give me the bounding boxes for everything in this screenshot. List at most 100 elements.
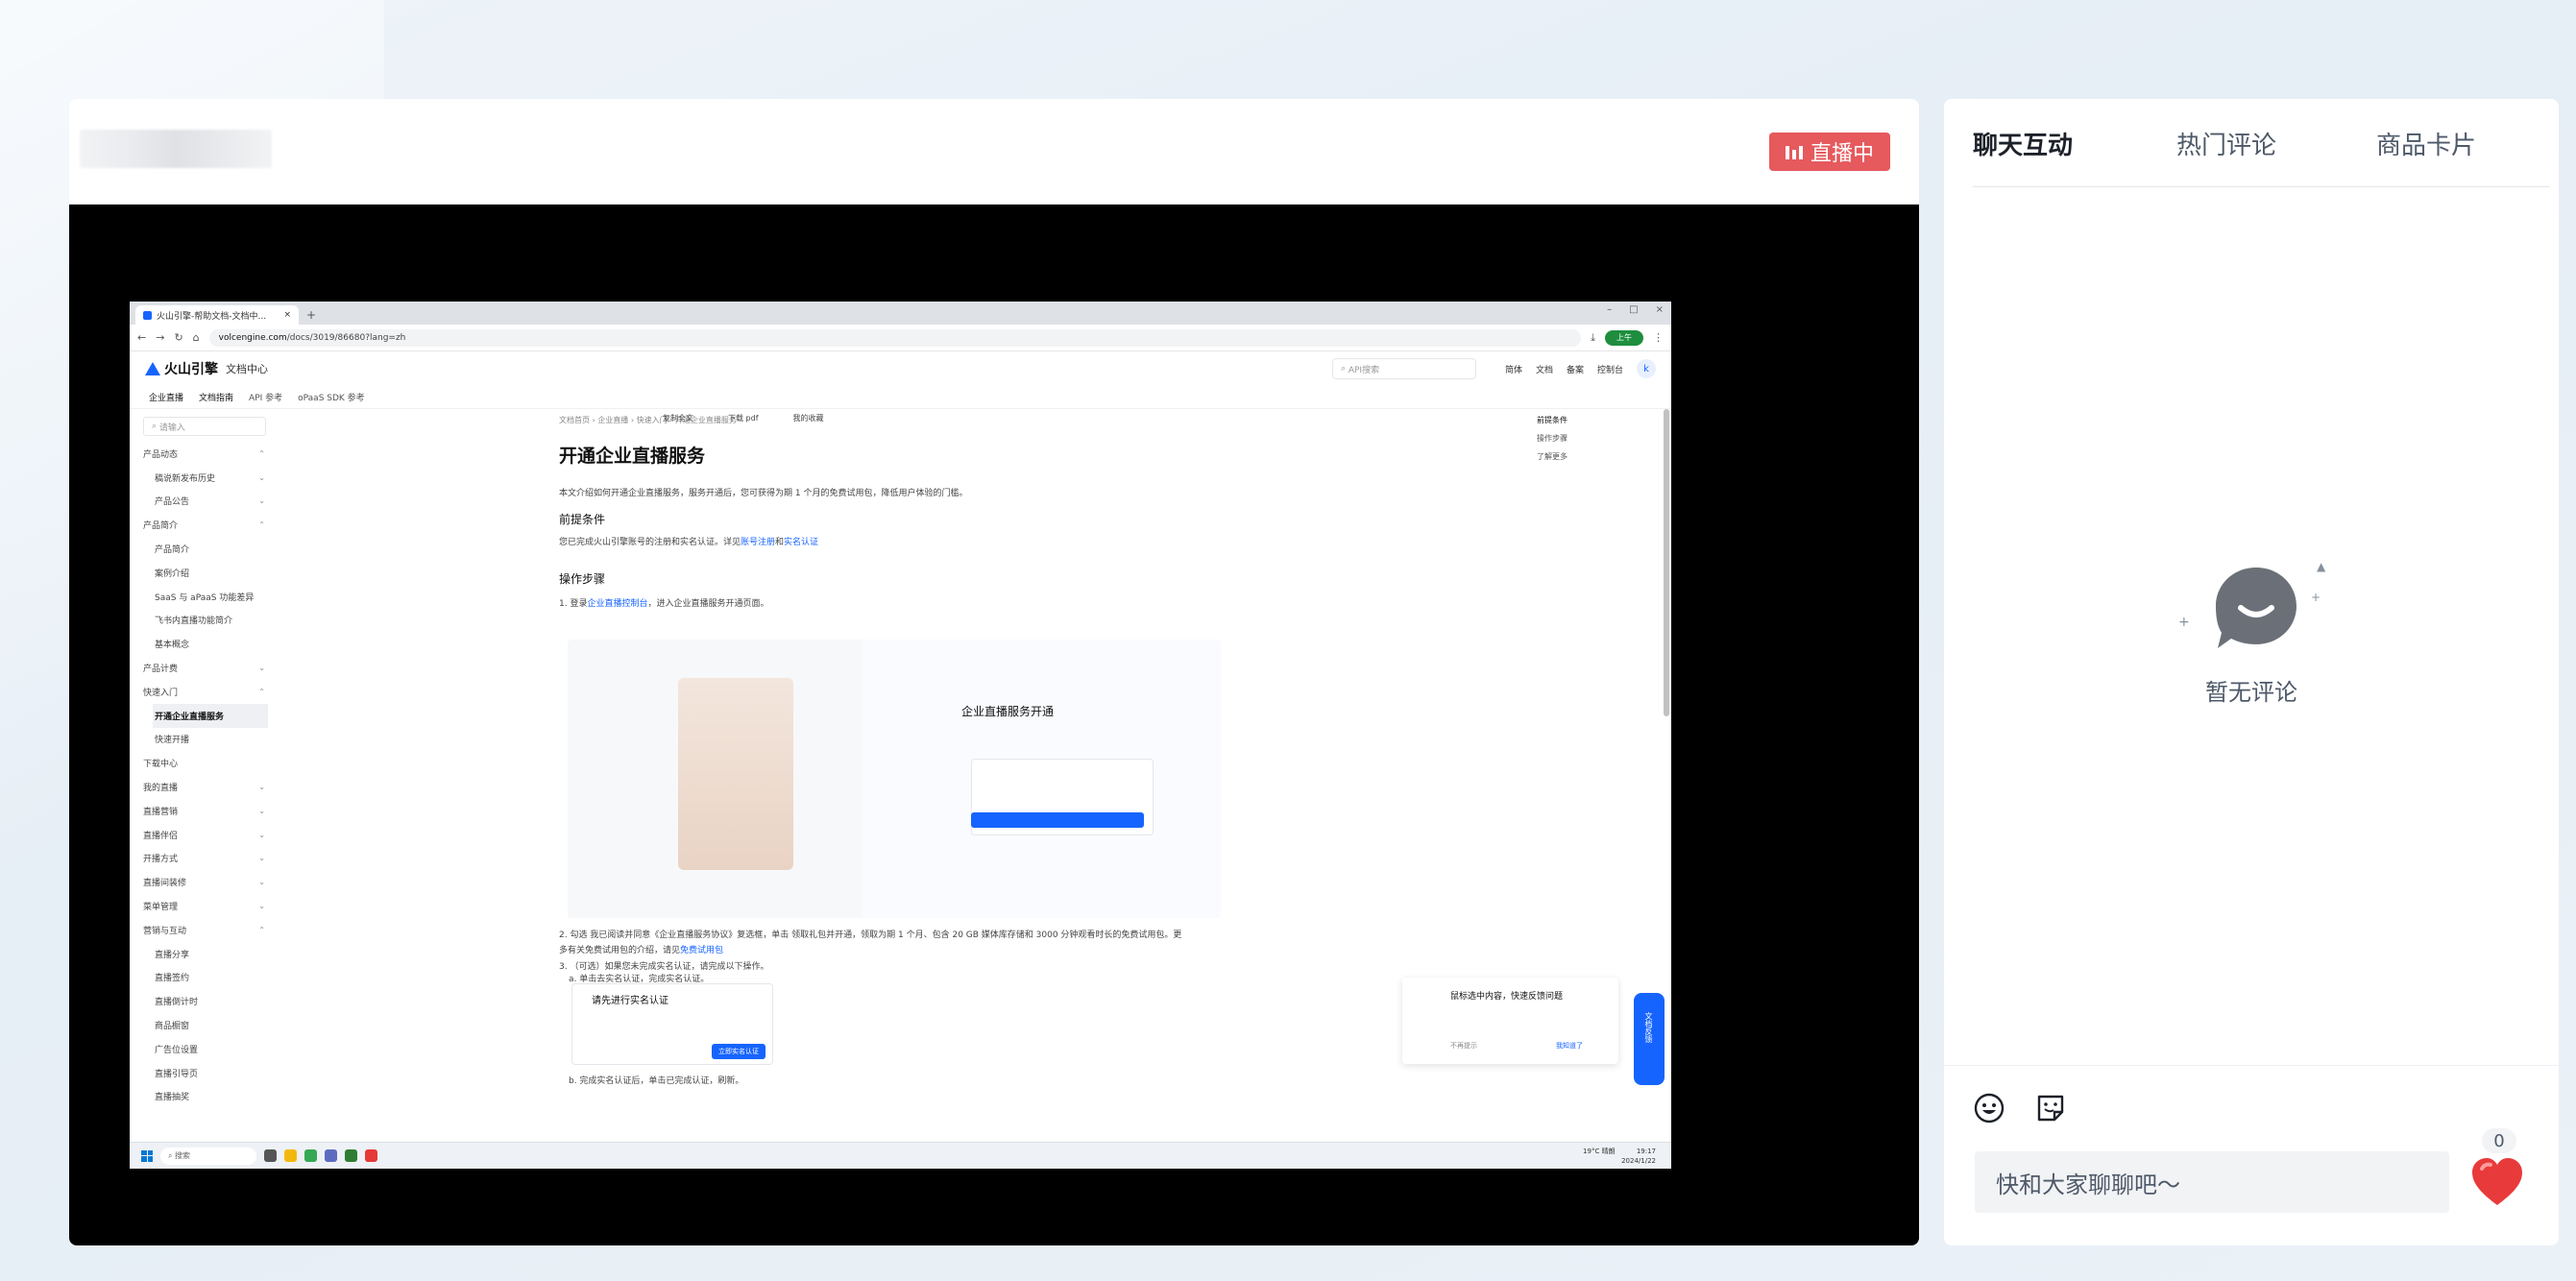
step-2-link: 免费试用包 <box>680 946 724 955</box>
live-stream-card: 直播中 火山引擎-帮助文档-文档中... × + – □ × ← → ↻ ⌂ v… <box>69 99 1919 1245</box>
record-icon <box>365 1149 377 1162</box>
sidebar-nav-item: 我的直播 ⌄ <box>143 775 279 799</box>
sidebar-nav-item: 产品计费 ⌄ <box>143 656 279 680</box>
chrome-icon <box>304 1149 317 1162</box>
favorites-button: 我的收藏 <box>792 414 824 423</box>
sidebar-nav-label: SaaS 与 aPaaS 功能差异 <box>155 592 255 603</box>
tab-chat[interactable]: 聊天互动 <box>1973 126 2073 161</box>
like-button[interactable] <box>2467 1151 2528 1213</box>
like-count-badge: 0 <box>2482 1128 2516 1153</box>
sidebar-nav-label: 直播伴侣 <box>143 831 179 841</box>
sidebar-nav-item: 直播抽奖 <box>143 1085 279 1109</box>
prereq-link-sep: 和 <box>775 538 785 547</box>
doc-toolbar: 复制全文 下载 pdf 我的收藏 <box>663 413 824 423</box>
tab-hot-comments[interactable]: 热门评论 <box>2176 126 2276 161</box>
prereq-text: 您已完成火山引擎账号的注册和实名认证。详见账号注册和实名认证 <box>559 535 818 547</box>
hero-title: 企业直播服务开通 <box>961 705 1055 718</box>
step-1-link: 企业直播控制台 <box>587 599 648 609</box>
feedback-tip-title: 鼠标选中内容，快速反馈问题 <box>1450 992 1564 1002</box>
sidebar-nav-item: 产品动态 ⌃ <box>143 442 279 466</box>
site-logo: 火山引擎 文档中心 <box>145 359 268 378</box>
site-section: 文档中心 <box>226 363 268 375</box>
prereq-link-verify: 实名认证 <box>784 538 819 547</box>
site-header: 火山引擎 文档中心 ⌕ API搜索 简体 文档 备案 控制台 k <box>130 351 1671 386</box>
toc-item: 了解更多 <box>1537 452 1567 461</box>
sidebar-nav-item: 产品简介 ⌃ <box>143 513 279 537</box>
site-header-links: 简体 文档 备案 控制台 k <box>1505 359 1656 378</box>
panel-divider <box>1944 1065 2559 1066</box>
product-subnav: 企业直播 文档指南 API 参考 oPaaS SDK 参考 <box>130 386 1671 409</box>
sidebar-nav-label: 商品橱窗 <box>155 1022 190 1032</box>
sidebar-nav-label: 我的直播 <box>143 784 179 794</box>
feedback-tip-card: 鼠标选中内容，快速反馈问题 不再提示 我知道了 <box>1402 978 1618 1064</box>
sidebar-nav-item: 直播伴侣 ⌄ <box>143 823 279 847</box>
chevron-down-icon: ⌄ <box>258 830 265 839</box>
volcano-logo-icon <box>145 362 160 375</box>
chevron-down-icon: ⌄ <box>258 854 265 863</box>
taskbar-search-label: 搜索 <box>175 1151 191 1160</box>
sidebar-nav-item: 广告位设置 <box>143 1037 279 1061</box>
sidebar-nav-label: 飞书内直播功能简介 <box>155 616 233 627</box>
sidebar-nav-label: 广告位设置 <box>155 1045 199 1055</box>
maximize-icon: □ <box>1629 304 1639 315</box>
doc-feedback-label: 文档反馈 <box>1644 1012 1653 1043</box>
taskview-icon <box>264 1149 277 1162</box>
chat-input[interactable]: 快和大家聊聊吧～ <box>1975 1151 2449 1213</box>
verify-modal-image: 请先进行实名认证 立即实名认证 <box>571 983 773 1065</box>
site-search: ⌕ API搜索 <box>1331 358 1476 379</box>
emoji-button[interactable] <box>1973 1092 2005 1128</box>
prereq-text-body: 您已完成火山引擎账号的注册和实名认证。详见 <box>559 538 741 547</box>
subnav-api: API 参考 <box>249 394 283 403</box>
site-search-placeholder: API搜索 <box>1348 365 1380 375</box>
video-player[interactable]: 火山引擎-帮助文档-文档中... × + – □ × ← → ↻ ⌂ volce… <box>69 205 1919 1245</box>
favicon-icon <box>143 310 152 320</box>
os-taskbar: ⌕ 搜索 19°C 晴朗 19:17 2024/1/22 <box>130 1142 1671 1169</box>
doc-sidebar: ⌕ 请输入 产品动态 ⌃ 稿说新发布历史 ⌄ 产品公告 ⌄ 产品简介 ⌃ 产品简介 案例介绍 Saa… <box>130 409 279 1142</box>
prereq-link-register: 账号注册 <box>741 538 776 547</box>
step-1-rest: ，进入企业直播服务开通页面。 <box>647 599 769 609</box>
toc-item: 操作步骤 <box>1537 434 1567 443</box>
subnav-product: 企业直播 <box>149 394 184 403</box>
sparkle-icon: + <box>2178 615 2190 630</box>
doc-feedback-button: 文档反馈 <box>1634 993 1665 1085</box>
page-scrollbar <box>1664 409 1669 716</box>
feedback-tip-cancel: 不再提示 <box>1450 1042 1477 1050</box>
sidebar-nav-label: 直播营销 <box>143 807 179 817</box>
url-path: /docs/3019/86680?lang=zh <box>286 332 406 343</box>
taskbar-clock: 19°C 晴朗 19:17 2024/1/22 <box>1583 1147 1656 1166</box>
menu-icon: ⋮ <box>1653 331 1664 344</box>
shared-screen: 火山引擎-帮助文档-文档中... × + – □ × ← → ↻ ⌂ volce… <box>130 302 1671 1169</box>
sidebar-nav-item: 产品简介 <box>143 537 279 561</box>
sticker-button[interactable] <box>2034 1092 2067 1128</box>
chevron-down-icon: ⌄ <box>258 878 265 887</box>
url-host: volcengine.com <box>218 332 287 343</box>
hero-claim-button <box>971 812 1144 828</box>
toc-item: 前提条件 <box>1537 416 1567 424</box>
promo-photo <box>678 678 793 870</box>
sidebar-nav-label: 案例介绍 <box>155 568 190 579</box>
sidebar-nav-item: 菜单管理 ⌄ <box>143 894 279 918</box>
step-2: 2. 勾选 我已阅读并同意《企业直播服务协议》复选框，单击 领取礼包并开通，领取… <box>559 931 1182 940</box>
forward-icon: → <box>156 331 165 344</box>
doc-title: 开通企业直播服务 <box>559 446 706 467</box>
sidebar-nav-item: 直播引导页 <box>143 1061 279 1085</box>
sidebar-nav-label: 基本概念 <box>155 640 190 651</box>
step-2-cont: 多有关免费试用包的介绍，请见免费试用包 <box>559 943 723 955</box>
live-bars-icon <box>1785 144 1803 159</box>
tab-product-cards[interactable]: 商品卡片 <box>2376 126 2476 161</box>
step-2-cont-text: 多有关免费试用包的介绍，请见 <box>559 946 681 955</box>
chevron-down-icon: ⌄ <box>258 902 265 911</box>
back-icon: ← <box>137 331 147 344</box>
taskbar-search: ⌕ 搜索 <box>160 1147 256 1165</box>
sidebar-nav-item: 产品公告 ⌄ <box>143 490 279 514</box>
sidebar-nav-label: 快速入门 <box>143 688 179 698</box>
window-controls: – □ × <box>1607 304 1664 315</box>
browser-tab-title: 火山引擎-帮助文档-文档中... <box>157 311 267 322</box>
steps-heading: 操作步骤 <box>559 572 606 586</box>
header-link-beian: 备案 <box>1566 365 1584 375</box>
doc-sidebar-search-placeholder: 请输入 <box>158 423 185 433</box>
chevron-down-icon: ⌄ <box>258 664 265 673</box>
download-icon: ⤓ <box>1591 330 1595 344</box>
explorer-icon <box>284 1149 297 1162</box>
sparkle-icon: ▲ <box>2317 560 2326 573</box>
